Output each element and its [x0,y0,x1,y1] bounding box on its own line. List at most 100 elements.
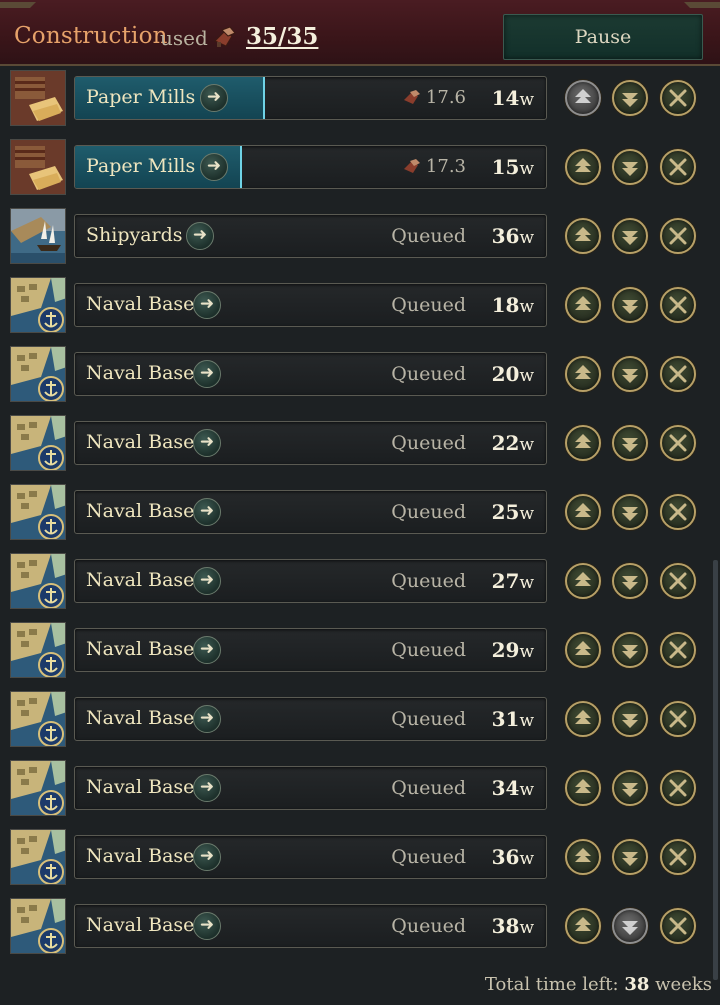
queue-item-bar[interactable]: Naval Base ➜ Queued 31w [74,697,547,741]
cancel-construction-button[interactable] [660,149,696,185]
weeks-value: 36 [491,845,520,869]
queue-item-bar[interactable]: Naval Base ➜ Queued 20w [74,352,547,396]
weeks-value: 22 [491,431,520,455]
goto-location-button[interactable]: ➜ [200,153,228,181]
cancel-construction-button[interactable] [660,425,696,461]
move-down-button[interactable] [612,218,648,254]
cancel-construction-button[interactable] [660,908,696,944]
move-up-button[interactable] [565,701,601,737]
goto-location-button[interactable]: ➜ [193,774,221,802]
move-up-button[interactable] [565,494,601,530]
move-down-button[interactable] [612,701,648,737]
queue-item-bar[interactable]: Shipyards ➜ Queued 36w [74,214,547,258]
construction-points-icon [403,159,420,173]
construction-used-count[interactable]: 35/35 [246,23,318,50]
building-name: Naval Base [86,293,195,315]
queue-item[interactable]: Naval Base ➜ Queued 25w [0,478,720,547]
queue-status: Queued [391,708,466,730]
pause-button[interactable]: Pause [503,14,703,60]
queue-item[interactable]: Naval Base ➜ Queued 18w [0,271,720,340]
queue-status: Queued [391,846,466,868]
move-up-button[interactable] [565,80,601,116]
queue-item[interactable]: Naval Base ➜ Queued 36w [0,823,720,892]
queue-item-bar[interactable]: Paper Mills ➜ 17.6 14w [74,76,547,120]
queue-item-bar[interactable]: Naval Base ➜ Queued 18w [74,283,547,327]
move-down-button[interactable] [612,149,648,185]
queue-item[interactable]: Naval Base ➜ Queued 29w [0,616,720,685]
move-down-button[interactable] [612,563,648,599]
used-label: used [160,26,208,50]
cancel-construction-button[interactable] [660,770,696,806]
move-down-button[interactable] [612,287,648,323]
goto-location-button[interactable]: ➜ [186,222,214,250]
weeks-unit: w [519,228,534,248]
queue-item-bar[interactable]: Naval Base ➜ Queued 38w [74,904,547,948]
goto-location-button[interactable]: ➜ [193,498,221,526]
queue-item[interactable]: Naval Base ➜ Queued 22w [0,409,720,478]
move-down-button[interactable] [612,839,648,875]
goto-location-button[interactable]: ➜ [193,567,221,595]
cancel-construction-button[interactable] [660,839,696,875]
weeks-unit: w [519,504,534,524]
cancel-construction-button[interactable] [660,80,696,116]
queue-item[interactable]: Shipyards ➜ Queued 36w [0,202,720,271]
goto-location-button[interactable]: ➜ [193,912,221,940]
move-down-button[interactable] [612,80,648,116]
move-down-button[interactable] [612,632,648,668]
queue-item[interactable]: Naval Base ➜ Queued 38w [0,892,720,961]
weeks-unit: w [519,918,534,938]
queue-item[interactable]: Naval Base ➜ Queued 27w [0,547,720,616]
move-down-button[interactable] [612,356,648,392]
move-down-button[interactable] [612,908,648,944]
weeks-value: 18 [491,293,520,317]
move-down-button[interactable] [612,425,648,461]
time-remaining: 27w [492,569,534,593]
queue-item-bar[interactable]: Naval Base ➜ Queued 22w [74,421,547,465]
move-up-button[interactable] [565,632,601,668]
queue-item[interactable]: Naval Base ➜ Queued 20w [0,340,720,409]
time-remaining: 31w [492,707,534,731]
cancel-construction-button[interactable] [660,563,696,599]
queue-status: Queued [391,777,466,799]
goto-location-button[interactable]: ➜ [193,360,221,388]
corner-ornament-right-icon [684,2,720,8]
goto-location-button[interactable]: ➜ [193,429,221,457]
move-up-button[interactable] [565,218,601,254]
move-up-button[interactable] [565,425,601,461]
goto-location-button[interactable]: ➜ [193,636,221,664]
cancel-construction-button[interactable] [660,632,696,668]
queue-item-bar[interactable]: Naval Base ➜ Queued 29w [74,628,547,672]
move-up-button[interactable] [565,563,601,599]
move-up-button[interactable] [565,356,601,392]
move-up-button[interactable] [565,839,601,875]
queue-item[interactable]: Paper Mills ➜ 17.6 14w [0,64,720,133]
queue-status: Queued [391,294,466,316]
queue-item[interactable]: Paper Mills ➜ 17.3 15w [0,133,720,202]
move-up-button[interactable] [565,908,601,944]
move-down-button[interactable] [612,770,648,806]
move-up-button[interactable] [565,149,601,185]
cancel-construction-button[interactable] [660,287,696,323]
queue-item[interactable]: Naval Base ➜ Queued 34w [0,754,720,823]
goto-location-button[interactable]: ➜ [200,84,228,112]
queue-item-bar[interactable]: Naval Base ➜ Queued 27w [74,559,547,603]
cancel-construction-button[interactable] [660,356,696,392]
queue-item-bar[interactable]: Paper Mills ➜ 17.3 15w [74,145,547,189]
goto-location-button[interactable]: ➜ [193,291,221,319]
queue-item[interactable]: Naval Base ➜ Queued 31w [0,685,720,754]
queue-item-bar[interactable]: Naval Base ➜ Queued 25w [74,490,547,534]
building-name: Naval Base [86,500,195,522]
cancel-construction-button[interactable] [660,701,696,737]
queue-status: Queued [391,639,466,661]
cancel-construction-button[interactable] [660,218,696,254]
queue-item-bar[interactable]: Naval Base ➜ Queued 34w [74,766,547,810]
queue-item-bar[interactable]: Naval Base ➜ Queued 36w [74,835,547,879]
queue-scrollbar[interactable] [713,560,718,980]
cancel-construction-button[interactable] [660,494,696,530]
goto-location-button[interactable]: ➜ [193,843,221,871]
move-up-button[interactable] [565,287,601,323]
construction-header: Construction used 35/35 Pause [0,0,720,66]
move-down-button[interactable] [612,494,648,530]
move-up-button[interactable] [565,770,601,806]
goto-location-button[interactable]: ➜ [193,705,221,733]
